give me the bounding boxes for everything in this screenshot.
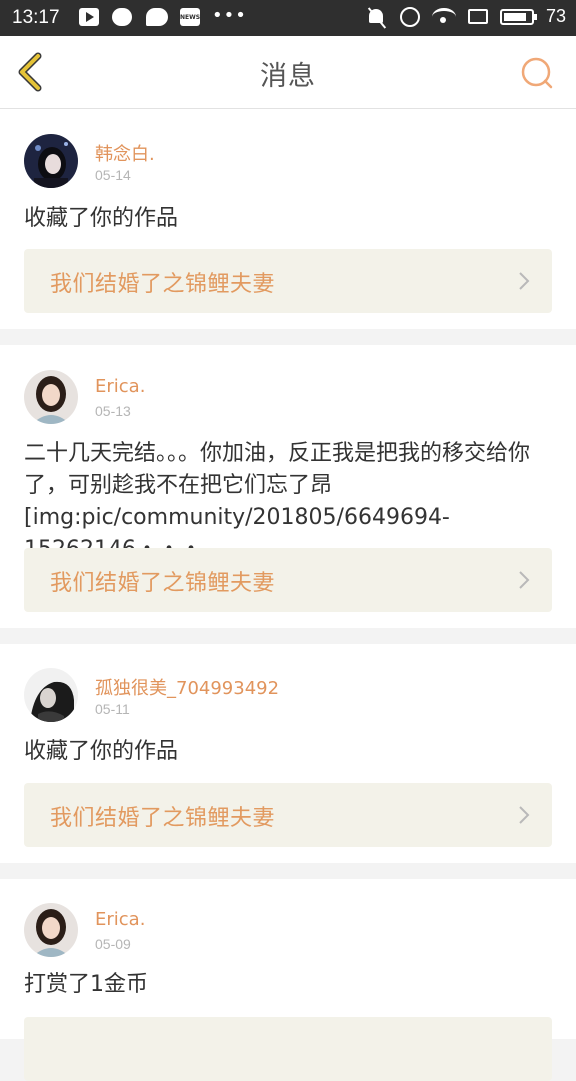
search-button[interactable] [518,54,558,94]
work-title: 我们结婚了之锦鲤夫妻 [50,571,276,596]
work-link[interactable]: 我们结婚了之锦鲤夫妻 [24,783,552,847]
chevron-right-icon [519,571,530,589]
wifi-icon [431,7,456,26]
message-card: Erica. 05-13 二十几天完结。。。你加油，反正我是把我的移交给你了，可… [0,345,576,628]
screen-icon [467,9,488,24]
avatar[interactable] [24,668,78,722]
news-app-icon: NEWS [180,8,200,26]
status-time: 13:17 [12,7,60,28]
battery-level: 73 [545,6,566,26]
avatar[interactable] [24,903,78,957]
video-app-icon [79,8,99,26]
battery-icon [499,8,537,25]
chat-notification-icon [146,8,168,26]
message-card: 韩念白. 05-14 收藏了你的作品 我们结婚了之锦鲤夫妻 [0,109,576,329]
user-name[interactable]: Erica. [95,909,145,930]
message-card: 孤独很美_704993492 05-11 收藏了你的作品 我们结婚了之锦鲤夫妻 [0,644,576,863]
message-card: Erica. 05-09 打赏了1金币 [0,879,576,1081]
work-link[interactable]: 我们结婚了之锦鲤夫妻 [24,548,552,612]
message-list: 韩念白. 05-14 收藏了你的作品 我们结婚了之锦鲤夫妻 Erica. 05-… [0,109,576,1081]
message-text: 收藏了你的作品 [24,206,179,231]
food-app-icon [112,8,132,26]
work-title: 我们结婚了之锦鲤夫妻 [50,806,276,831]
avatar[interactable] [24,370,78,424]
message-date: 05-11 [95,701,130,717]
chevron-right-icon [519,806,530,824]
alarm-icon [399,6,420,27]
search-icon [521,57,553,89]
message-text: 打赏了1金币 [24,972,148,997]
more-notifications-icon: ••• [212,4,247,26]
page-title: 消息 [260,61,316,92]
message-text: 收藏了你的作品 [24,739,179,764]
mute-icon [366,7,388,27]
message-text: 二十几天完结。。。你加油，反正我是把我的移交给你了，可别趁我不在把它们忘了昂[i… [24,441,531,562]
work-link[interactable]: 我们结婚了之锦鲤夫妻 [24,249,552,313]
avatar[interactable] [24,134,78,188]
chevron-right-icon [519,272,530,290]
work-title: 我们结婚了之锦鲤夫妻 [50,272,276,297]
work-link[interactable] [24,1017,552,1081]
message-date: 05-09 [95,936,131,952]
app-header: 消息 [0,36,576,109]
message-date: 05-13 [95,403,131,419]
user-name[interactable]: 韩念白. [95,140,155,166]
status-bar: 13:17 NEWS ••• 73 [0,0,576,36]
message-date: 05-14 [95,167,131,183]
user-name[interactable]: 孤独很美_704993492 [95,674,279,700]
user-name[interactable]: Erica. [95,376,145,397]
